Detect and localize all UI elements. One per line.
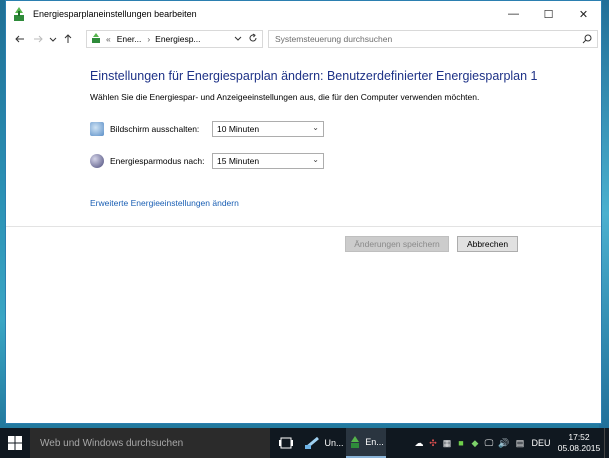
sleep-label: Energiesparmodus nach: <box>110 156 205 166</box>
display-off-select[interactable]: 10 Minuten ⌄ <box>212 121 324 137</box>
show-desktop-button[interactable] <box>604 428 609 458</box>
control-panel-window: Energiesparplaneinstellungen bearbeiten … <box>5 0 602 424</box>
divider <box>6 226 601 227</box>
moon-icon <box>90 154 104 168</box>
breadcrumb-overflow[interactable]: « <box>106 34 111 44</box>
back-arrow-icon <box>15 35 24 43</box>
address-bar: « Ener... › Energiesp... Systemsteuerung… <box>6 27 601 51</box>
power-options-icon <box>351 436 360 448</box>
display-off-label: Bildschirm ausschalten: <box>110 124 200 134</box>
chevron-down-icon: ⌄ <box>312 123 319 132</box>
display-off-value: 10 Minuten <box>217 124 260 134</box>
taskbar-search-placeholder: Web und Windows durchsuchen <box>40 437 184 449</box>
breadcrumb-separator-icon: › <box>147 34 151 44</box>
sleep-value: 15 Minuten <box>217 156 260 166</box>
monitor-icon <box>90 122 104 136</box>
taskbar-app-2[interactable]: En... <box>346 428 386 458</box>
page-title: Einstellungen für Energiesparplan ändern… <box>90 69 538 83</box>
window-controls: — ☐ ✕ <box>496 1 601 27</box>
taskbar-search[interactable]: Web und Windows durchsuchen <box>30 428 270 458</box>
volume-icon[interactable]: 🔊 <box>496 438 512 449</box>
forward-button[interactable] <box>29 30 47 48</box>
language-indicator[interactable]: DEU <box>528 438 554 448</box>
page-description: Wählen Sie die Energiespar- und Anzeigee… <box>90 92 480 102</box>
breadcrumb-item-2[interactable]: Energiesp... <box>155 34 200 44</box>
task-view-icon <box>279 437 293 449</box>
calendar-icon[interactable]: ▦ <box>440 438 454 449</box>
address-dropdown-icon[interactable] <box>234 34 242 44</box>
sleep-select[interactable]: 15 Minuten ⌄ <box>212 153 324 169</box>
network-icon[interactable]: 🖵 <box>482 438 496 449</box>
taskbar: Web und Windows durchsuchen Un... En... … <box>0 428 609 458</box>
start-button[interactable] <box>0 428 30 458</box>
taskbar-app-1[interactable]: Un... <box>302 428 346 458</box>
setting-display-off: Bildschirm ausschalten: 10 Minuten ⌄ <box>90 119 324 139</box>
search-placeholder: Systemsteuerung durchsuchen <box>275 34 393 44</box>
chevron-down-icon <box>49 37 57 42</box>
window-title: Energiesparplaneinstellungen bearbeiten <box>33 9 197 19</box>
clock[interactable]: 17:52 05.08.2015 <box>554 432 604 454</box>
refresh-icon[interactable] <box>248 33 258 45</box>
close-button[interactable]: ✕ <box>566 1 601 27</box>
maximize-button[interactable]: ☐ <box>531 1 566 27</box>
security-icon[interactable]: ■ <box>454 438 468 448</box>
app-window-icon <box>305 436 320 450</box>
windows-logo-icon <box>8 436 22 450</box>
title-bar[interactable]: Energiesparplaneinstellungen bearbeiten … <box>6 1 601 27</box>
clock-date: 05.08.2015 <box>557 443 601 453</box>
action-center-icon[interactable]: ▤ <box>512 438 528 449</box>
back-button[interactable] <box>11 30 29 48</box>
forward-arrow-icon <box>34 35 43 43</box>
clock-time: 17:52 <box>568 432 590 442</box>
main-content: Einstellungen für Energiesparplan ändern… <box>6 53 601 423</box>
cancel-button[interactable]: Abbrechen <box>457 236 518 252</box>
power-options-icon <box>11 6 27 22</box>
network-activity-icon[interactable]: ✣ <box>426 438 440 449</box>
cloud-icon[interactable]: ☁ <box>412 438 426 449</box>
search-input[interactable]: Systemsteuerung durchsuchen <box>268 30 598 48</box>
location-icon <box>90 32 102 46</box>
up-arrow-icon <box>64 34 72 43</box>
chevron-down-icon: ⌄ <box>312 155 319 164</box>
breadcrumb-item-1[interactable]: Ener... <box>117 34 142 44</box>
system-tray: ☁ ✣ ▦ ■ ◆ 🖵 🔊 ▤ DEU 17:52 05.08.2015 <box>412 428 609 458</box>
setting-sleep: Energiesparmodus nach: 15 Minuten ⌄ <box>90 151 324 171</box>
task-view-button[interactable] <box>270 428 302 458</box>
taskbar-app-2-label: En... <box>365 437 384 447</box>
up-button[interactable] <box>59 30 77 48</box>
minimize-button[interactable]: — <box>496 1 531 27</box>
taskbar-app-1-label: Un... <box>324 438 344 448</box>
search-icon[interactable] <box>582 34 592 46</box>
update-icon[interactable]: ◆ <box>468 438 482 449</box>
save-changes-button[interactable]: Änderungen speichern <box>345 236 449 252</box>
recent-locations-button[interactable] <box>47 30 59 48</box>
address-field[interactable]: « Ener... › Energiesp... <box>86 30 263 48</box>
advanced-settings-link[interactable]: Erweiterte Energieeinstellungen ändern <box>90 198 239 208</box>
